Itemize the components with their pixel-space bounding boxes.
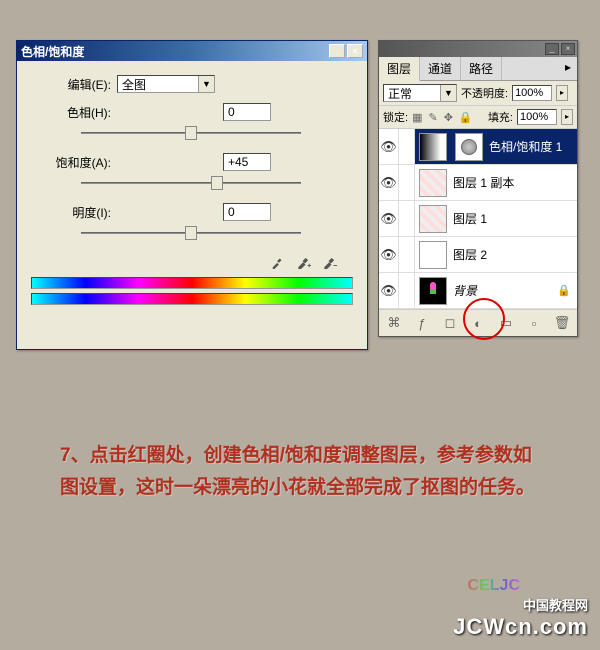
layers-panel: _ × 图层 通道 路径 ▸ ▼ 不透明度: ▸ 锁定: ▦ ✎ ✥ 🔒 填充:…	[378, 40, 578, 337]
lock-label: 锁定:	[383, 109, 408, 125]
instruction-text: 7、点击红圈处，创建色相/饱和度调整图层，参考参数如图设置，这时一朵漂亮的小花就…	[60, 440, 540, 505]
layer-name: 色相/饱和度 1	[487, 138, 577, 155]
link-layers-icon[interactable]: ⌘	[385, 314, 403, 332]
panel-footer: ⌘ ƒ ◻ ◐ ▭ ▫ 🗑	[379, 309, 577, 336]
visibility-eye-icon[interactable]: 👁	[379, 129, 399, 164]
blend-mode-value[interactable]	[384, 85, 440, 101]
panel-minimize-button[interactable]: _	[545, 43, 559, 55]
layer-row[interactable]: 👁 图层 2	[379, 237, 577, 273]
eyedropper-add-icon[interactable]	[295, 253, 313, 271]
opacity-label: 不透明度:	[461, 85, 508, 101]
lock-pixels-icon[interactable]: ✎	[428, 111, 437, 124]
edit-label: 编辑(E):	[31, 76, 111, 93]
hue-spectrum-top	[31, 277, 353, 289]
visibility-eye-icon[interactable]: 👁	[379, 165, 399, 200]
hue-slider[interactable]	[81, 125, 301, 141]
saturation-input[interactable]	[223, 153, 271, 171]
hue-spectrum-bottom	[31, 293, 353, 305]
layer-list: 👁 色相/饱和度 1 👁 图层 1 副本 👁 图层 1 👁 图层 2 👁	[379, 129, 577, 309]
hue-slider-thumb[interactable]	[185, 126, 197, 140]
panel-menu-icon[interactable]: ▸	[559, 57, 577, 80]
layer-name: 图层 1	[451, 210, 577, 227]
lightness-slider[interactable]	[81, 225, 301, 241]
link-column[interactable]	[399, 237, 415, 272]
link-column[interactable]	[399, 129, 415, 164]
saturation-label: 饱和度(A):	[31, 154, 111, 171]
link-column[interactable]	[399, 165, 415, 200]
lock-icon: 🔒	[557, 284, 571, 297]
visibility-eye-icon[interactable]: 👁	[379, 237, 399, 272]
tab-channels[interactable]: 通道	[420, 57, 461, 80]
lock-all-icon[interactable]: 🔒	[459, 111, 473, 124]
layer-row[interactable]: 👁 图层 1	[379, 201, 577, 237]
lock-position-icon[interactable]: ✥	[444, 111, 453, 124]
fill-label: 填充:	[488, 109, 513, 125]
layer-mask-thumb[interactable]	[419, 133, 447, 161]
layer-thumb[interactable]	[419, 205, 447, 233]
panel-titlebar[interactable]: _ ×	[379, 41, 577, 57]
chevron-down-icon[interactable]: ▼	[198, 76, 214, 92]
lock-transparency-icon[interactable]: ▦	[412, 111, 422, 124]
link-column[interactable]	[399, 201, 415, 236]
visibility-eye-icon[interactable]: 👁	[379, 273, 399, 308]
layer-style-icon[interactable]: ƒ	[413, 314, 431, 332]
opacity-arrow-icon[interactable]: ▸	[556, 85, 568, 101]
fill-input[interactable]	[517, 109, 557, 125]
lock-icons-row: ▦ ✎ ✥ 🔒	[412, 111, 473, 124]
dialog-titlebar[interactable]: 色相/饱和度 _ ×	[17, 41, 367, 61]
layer-row[interactable]: 👁 色相/饱和度 1	[379, 129, 577, 165]
eyedropper-subtract-icon[interactable]	[321, 253, 339, 271]
panel-tabs: 图层 通道 路径 ▸	[379, 57, 577, 81]
layer-name: 图层 2	[451, 246, 577, 263]
blend-mode-combo[interactable]: ▼	[383, 84, 457, 102]
delete-layer-icon[interactable]: 🗑	[553, 314, 571, 332]
layer-row[interactable]: 👁 图层 1 副本	[379, 165, 577, 201]
dialog-title: 色相/饱和度	[21, 43, 84, 60]
hue-label: 色相(H):	[31, 104, 111, 121]
layer-mask-icon[interactable]: ◻	[441, 314, 459, 332]
layer-thumb[interactable]	[419, 241, 447, 269]
fill-arrow-icon[interactable]: ▸	[561, 109, 573, 125]
watermark-line2: JCWcn.com	[453, 614, 588, 640]
watermark-line1: 中国教程网	[453, 595, 588, 614]
layer-thumb[interactable]	[419, 277, 447, 305]
lightness-label: 明度(I):	[31, 204, 111, 221]
lightness-slider-thumb[interactable]	[185, 226, 197, 240]
close-button[interactable]: ×	[347, 44, 363, 58]
adjustment-thumb[interactable]	[455, 133, 483, 161]
lightness-input[interactable]	[223, 203, 271, 221]
edit-combo-value[interactable]	[118, 76, 198, 92]
eyedropper-icon[interactable]	[269, 253, 287, 271]
layer-name: 图层 1 副本	[451, 174, 577, 191]
titlebar-buttons: _ ×	[329, 44, 363, 58]
panel-close-button[interactable]: ×	[561, 43, 575, 55]
hue-input[interactable]	[223, 103, 271, 121]
tab-paths[interactable]: 路径	[461, 57, 502, 80]
watermark: 中国教程网 JCWcn.com	[453, 595, 588, 640]
layer-name: 背景	[451, 282, 557, 299]
link-column[interactable]	[399, 273, 415, 308]
layer-row[interactable]: 👁 背景 🔒	[379, 273, 577, 309]
saturation-slider-thumb[interactable]	[211, 176, 223, 190]
saturation-slider[interactable]	[81, 175, 301, 191]
layer-thumb[interactable]	[419, 169, 447, 197]
logo-text: CELJC	[468, 577, 520, 595]
opacity-input[interactable]	[512, 85, 552, 101]
adjustment-layer-icon[interactable]: ◐	[469, 314, 487, 332]
chevron-down-icon[interactable]: ▼	[440, 85, 456, 101]
new-layer-icon[interactable]: ▫	[525, 314, 543, 332]
visibility-eye-icon[interactable]: 👁	[379, 201, 399, 236]
hue-saturation-dialog: 色相/饱和度 _ × 编辑(E): ▼ 色相(H): 饱和度(A):	[16, 40, 368, 350]
tab-layers[interactable]: 图层	[379, 57, 420, 81]
minimize-button[interactable]: _	[329, 44, 345, 58]
new-group-icon[interactable]: ▭	[497, 314, 515, 332]
edit-combo[interactable]: ▼	[117, 75, 215, 93]
eyedropper-row	[31, 253, 339, 271]
